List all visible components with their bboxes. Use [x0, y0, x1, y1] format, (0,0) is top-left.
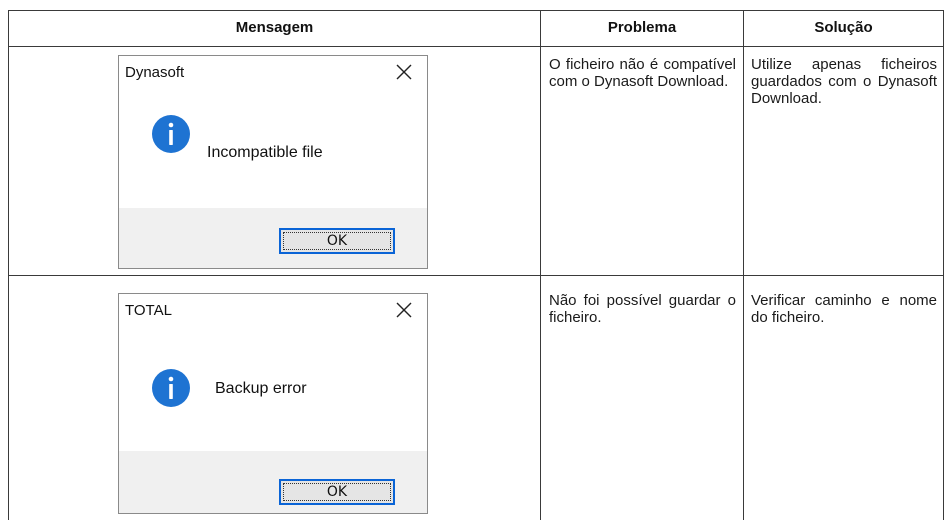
info-icon: [152, 115, 190, 153]
dialog-message: Incompatible file: [207, 144, 323, 161]
table-col-divider-2: [743, 10, 744, 520]
dialog-screenshot: Dynasoft Incompatible file OK: [118, 55, 428, 269]
info-icon: [152, 369, 190, 407]
close-icon[interactable]: [395, 301, 413, 319]
message-table: Mensagem Problema Solução Dynasoft Incom…: [0, 0, 945, 520]
problem-cell: O ficheiro não é compatível com o Dynaso…: [549, 56, 736, 90]
table-col-divider-1: [540, 10, 541, 520]
close-icon[interactable]: [395, 63, 413, 81]
table-header-divider: [8, 46, 944, 47]
problem-cell: Não foi possível guardar o ficheiro.: [549, 292, 736, 326]
dialog-screenshot: TOTAL Backup error OK: [118, 293, 428, 514]
ok-button[interactable]: OK: [279, 228, 395, 254]
header-message: Mensagem: [235, 19, 314, 36]
header-solution: Solução: [814, 19, 873, 36]
dialog-button-bar: OK: [119, 451, 427, 513]
dialog-title: TOTAL: [125, 302, 172, 319]
dialog-message: Backup error: [215, 380, 307, 397]
table-border-left: [8, 10, 9, 520]
header-problem: Problema: [607, 19, 677, 36]
table-border-right: [943, 10, 944, 520]
solution-cell: Verificar caminho e nome do ficheiro.: [751, 292, 937, 326]
solution-cell: Utilize apenas ficheiros guardados com o…: [751, 56, 937, 107]
dialog-title: Dynasoft: [125, 64, 185, 81]
table-row-divider: [8, 275, 944, 276]
dialog-button-bar: OK: [119, 208, 427, 268]
ok-button[interactable]: OK: [279, 479, 395, 505]
